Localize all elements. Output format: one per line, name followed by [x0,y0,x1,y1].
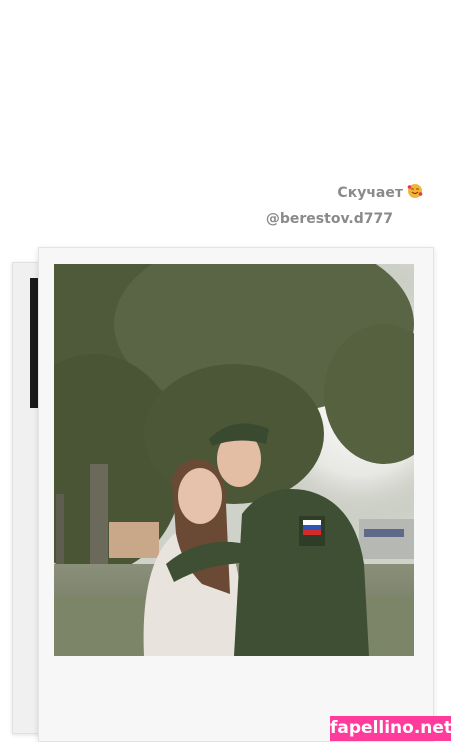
smiling-face-with-hearts-icon [407,184,423,198]
couple-photo [54,264,414,656]
photo-illustration [54,264,414,656]
caption-text: Скучает [337,185,403,201]
mention-tag[interactable]: @berestov.d777 [0,211,451,227]
watermark: fapellino.net [330,716,451,741]
story-caption: Скучает [0,183,451,201]
